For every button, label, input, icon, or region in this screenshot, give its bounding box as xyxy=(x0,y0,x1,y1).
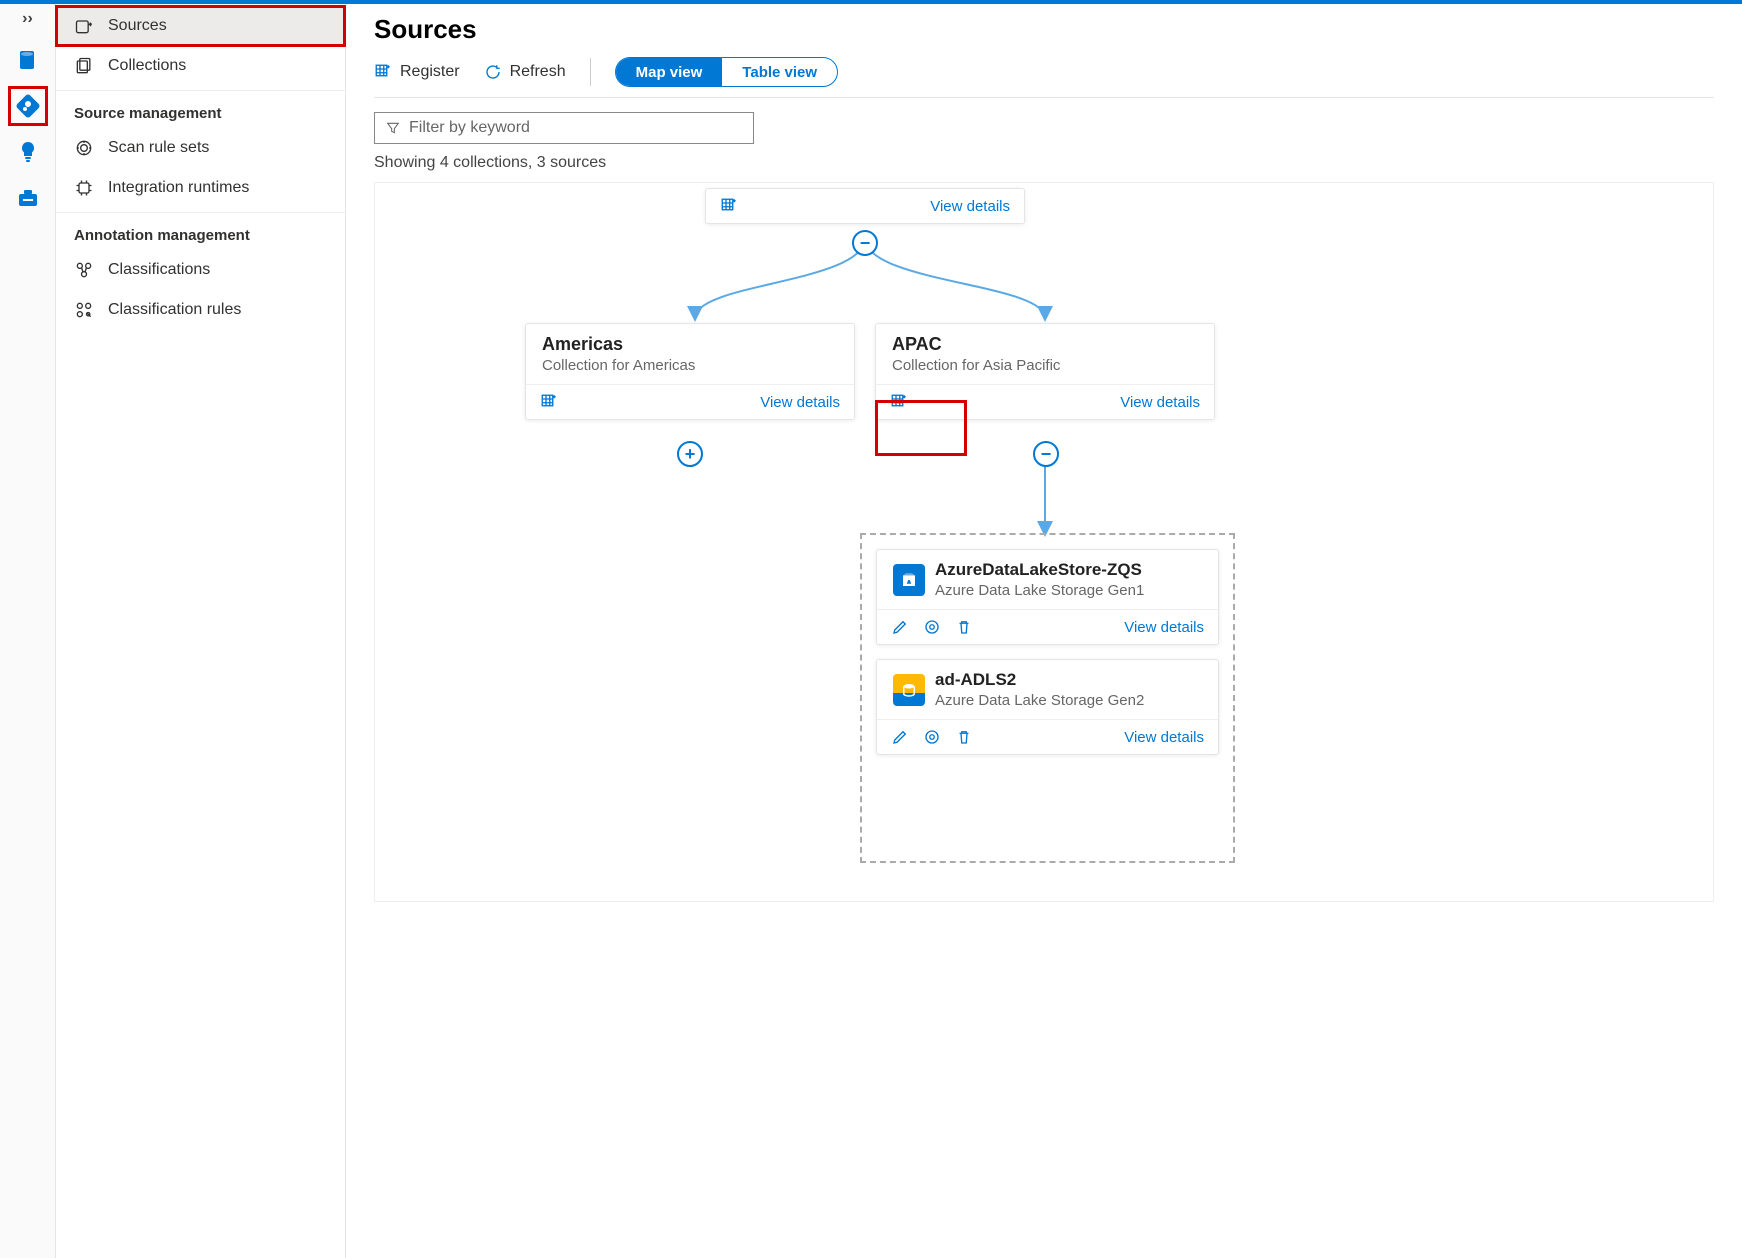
filter-input[interactable]: Filter by keyword xyxy=(374,112,754,144)
nav-section-annotation-mgmt: Annotation management xyxy=(56,212,345,250)
page-title: Sources xyxy=(374,14,1714,45)
apac-view-details-link[interactable]: View details xyxy=(1120,394,1200,411)
nav-scan-rule-sets-label: Scan rule sets xyxy=(108,139,209,157)
scan-icon[interactable] xyxy=(923,728,941,746)
nav-sources-label: Sources xyxy=(108,17,167,35)
register-source-icon[interactable] xyxy=(720,197,738,215)
rail-management-icon[interactable] xyxy=(14,184,42,212)
toolbar: Register Refresh Map view Table view xyxy=(374,57,1714,97)
collection-desc: Collection for Asia Pacific xyxy=(892,357,1198,374)
rail-data-map-icon[interactable] xyxy=(14,92,42,120)
expand-rail-button[interactable]: ›› xyxy=(22,10,33,28)
collection-americas-card: Americas Collection for Americas View de… xyxy=(525,323,855,420)
nav-section-source-mgmt: Source management xyxy=(56,90,345,128)
nav-sources[interactable]: Sources xyxy=(56,6,345,46)
scan-icon[interactable] xyxy=(923,618,941,636)
edit-icon[interactable] xyxy=(891,618,909,636)
edit-icon[interactable] xyxy=(891,728,909,746)
root-view-details-link[interactable]: View details xyxy=(930,198,1010,215)
adls-gen2-icon xyxy=(893,674,925,706)
source-card: ad-ADLS2 Azure Data Lake Storage Gen2 Vi… xyxy=(876,659,1219,755)
nav-classification-rules[interactable]: Classification rules xyxy=(56,290,345,330)
filter-icon xyxy=(385,120,401,136)
root-collapse-button[interactable]: − xyxy=(852,230,878,256)
side-nav: Sources Collections Source management Sc… xyxy=(56,0,346,1258)
adls-gen1-icon xyxy=(893,564,925,596)
root-collection-card: View details xyxy=(705,188,1025,224)
delete-icon[interactable] xyxy=(955,728,973,746)
source-type: Azure Data Lake Storage Gen2 xyxy=(935,692,1144,709)
nav-integration-runtimes[interactable]: Integration runtimes xyxy=(56,168,345,208)
map-view-toggle[interactable]: Map view xyxy=(616,58,723,86)
nav-classification-rules-label: Classification rules xyxy=(108,301,241,319)
source-name: ad-ADLS2 xyxy=(935,670,1144,690)
nav-classifications[interactable]: Classifications xyxy=(56,250,345,290)
source-name: AzureDataLakeStore-ZQS xyxy=(935,560,1144,580)
source-view-details-link[interactable]: View details xyxy=(1124,619,1204,636)
rail-insights-icon[interactable] xyxy=(14,138,42,166)
apac-collapse-button[interactable]: − xyxy=(1033,441,1059,467)
rail-data-catalog-icon[interactable] xyxy=(14,46,42,74)
apac-sources-group: AzureDataLakeStore-ZQS Azure Data Lake S… xyxy=(860,533,1235,863)
refresh-button[interactable]: Refresh xyxy=(484,63,566,81)
americas-view-details-link[interactable]: View details xyxy=(760,394,840,411)
refresh-icon xyxy=(484,63,502,81)
grid-plus-icon xyxy=(374,63,392,81)
delete-icon[interactable] xyxy=(955,618,973,636)
showing-text: Showing 4 collections, 3 sources xyxy=(374,154,1714,172)
nav-integration-runtimes-label: Integration runtimes xyxy=(108,179,249,197)
register-button[interactable]: Register xyxy=(374,63,460,81)
collection-name: Americas xyxy=(542,334,838,355)
nav-scan-rule-sets[interactable]: Scan rule sets xyxy=(56,128,345,168)
map-canvas: View details − Americas Collection for A… xyxy=(374,182,1714,902)
highlight-apac-register xyxy=(875,400,967,456)
americas-expand-button[interactable]: + xyxy=(677,441,703,467)
view-toggle: Map view Table view xyxy=(615,57,838,87)
main-content: Sources Register Refresh Map view Table … xyxy=(346,0,1742,1258)
source-card: AzureDataLakeStore-ZQS Azure Data Lake S… xyxy=(876,549,1219,645)
icon-rail: ›› xyxy=(0,0,56,1258)
nav-collections[interactable]: Collections xyxy=(56,46,345,86)
collection-desc: Collection for Americas xyxy=(542,357,838,374)
table-view-toggle[interactable]: Table view xyxy=(722,58,837,86)
register-source-icon[interactable] xyxy=(540,393,558,411)
source-type: Azure Data Lake Storage Gen1 xyxy=(935,582,1144,599)
source-view-details-link[interactable]: View details xyxy=(1124,729,1204,746)
collection-name: APAC xyxy=(892,334,1198,355)
nav-collections-label: Collections xyxy=(108,57,186,75)
nav-classifications-label: Classifications xyxy=(108,261,210,279)
